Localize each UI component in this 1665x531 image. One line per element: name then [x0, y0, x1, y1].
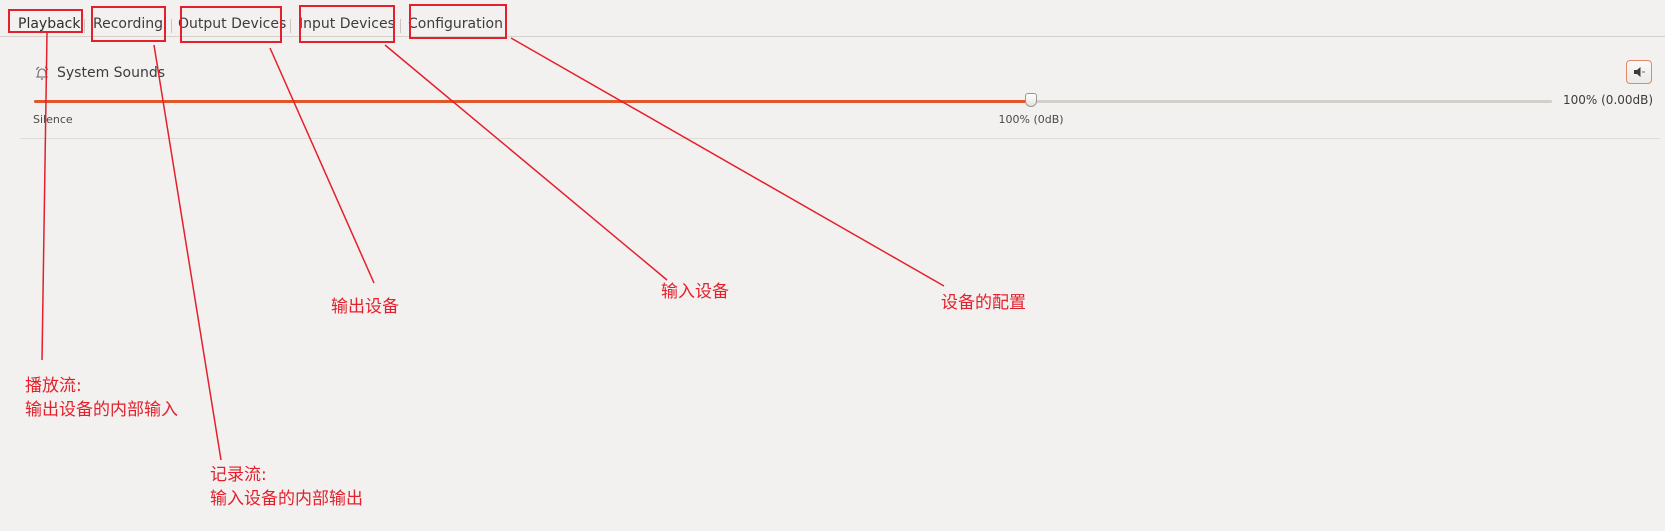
- volume-slider-thumb[interactable]: [1025, 93, 1037, 107]
- annotation-playback-desc: 输出设备的内部输入: [25, 400, 178, 420]
- annotation-playback-title: 播放流:: [25, 376, 82, 396]
- volume-slider-fill: [34, 100, 1031, 103]
- tab-playback[interactable]: Playback: [18, 14, 80, 34]
- tab-separator: [290, 19, 291, 33]
- tab-separator: [84, 19, 85, 33]
- tab-separator: [171, 19, 172, 33]
- annotation-input-devices: 输入设备: [661, 282, 729, 302]
- tab-separator: [400, 19, 401, 33]
- tab-recording[interactable]: Recording: [93, 14, 163, 34]
- mute-button[interactable]: [1626, 60, 1652, 84]
- annotation-recording-title: 记录流:: [210, 465, 267, 485]
- volume-slider[interactable]: [34, 93, 1552, 107]
- stream-name: System Sounds: [57, 65, 166, 81]
- volume-value: 100% (0.00dB): [1563, 93, 1654, 107]
- bell-icon: [34, 65, 50, 81]
- annotation-recording-desc: 输入设备的内部输出: [210, 489, 363, 509]
- stream-row: System Sounds 100% (0.00dB) Silence 100%…: [0, 36, 1665, 139]
- annotation-configuration: 设备的配置: [941, 293, 1026, 313]
- tab-output-devices[interactable]: Output Devices: [178, 14, 286, 34]
- tab-input-devices[interactable]: Input Devices: [299, 14, 395, 34]
- scale-label-silence: Silence: [33, 113, 73, 126]
- annotation-output-devices: 输出设备: [331, 297, 399, 317]
- row-divider: [20, 138, 1660, 139]
- scale-label-unity: 100% (0dB): [998, 113, 1064, 126]
- tab-bar: Playback Recording Output Devices Input …: [0, 0, 1665, 37]
- tab-configuration[interactable]: Configuration: [408, 14, 503, 34]
